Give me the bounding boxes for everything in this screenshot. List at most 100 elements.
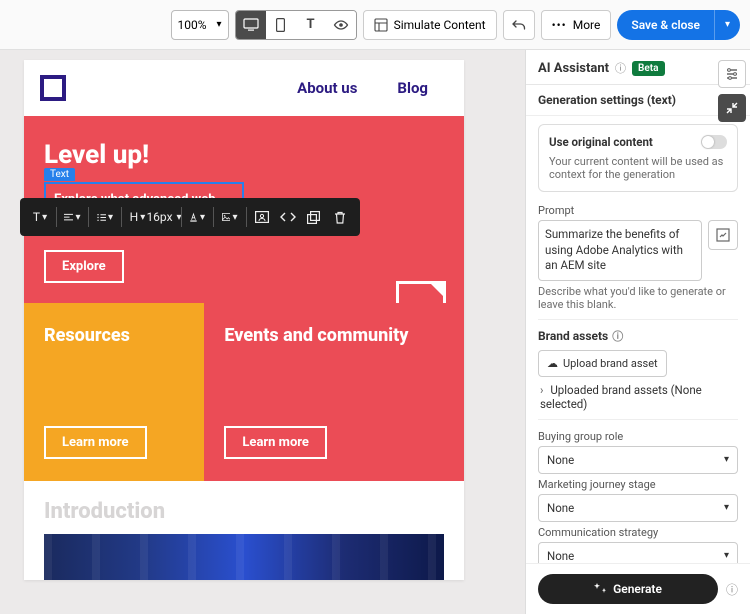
events-column[interactable]: Events and community Learn more — [204, 303, 464, 481]
buying-role-select[interactable]: None ▾ — [538, 446, 738, 474]
list-button[interactable]: ▾ — [93, 204, 117, 230]
nav-about[interactable]: About us — [297, 79, 357, 97]
site-nav: About us Blog — [297, 79, 428, 97]
upload-brand-asset-button[interactable]: ☁ Upload brand asset — [538, 350, 667, 377]
zoom-value: 100% — [178, 18, 207, 32]
info-icon[interactable]: ⓘ — [726, 581, 738, 598]
text-color-button[interactable]: ▾ — [185, 204, 209, 230]
uploaded-assets-label: Uploaded brand assets (None selected) — [540, 383, 702, 411]
chevron-down-icon: ▾ — [42, 212, 47, 223]
simulate-content-button[interactable]: Simulate Content — [363, 10, 497, 40]
paragraph-format-button[interactable]: T▾ — [28, 204, 52, 230]
chevron-down-icon: ▾ — [75, 212, 80, 223]
properties-rail-button[interactable] — [718, 60, 746, 88]
more-button[interactable]: ••• More — [541, 10, 612, 40]
buying-role-label: Buying group role — [538, 430, 738, 443]
prompt-label: Prompt — [538, 204, 738, 217]
font-size-value: 16px — [146, 210, 172, 224]
prompt-expand-button[interactable] — [708, 220, 738, 250]
save-close-button[interactable]: Save & close — [617, 10, 714, 40]
save-dropdown-button[interactable]: ▾ — [714, 10, 740, 40]
uploaded-assets-accordion[interactable]: › Uploaded brand assets (None selected) — [538, 377, 738, 411]
editor-canvas[interactable]: About us Blog Level up! Text Explore wha… — [0, 50, 525, 614]
page-header: About us Blog — [24, 60, 464, 116]
settings-title: Generation settings (text) — [526, 85, 750, 116]
use-original-card: Use original content Your current conten… — [538, 124, 738, 192]
intro-title: Introduction — [44, 499, 444, 524]
page-preview: About us Blog Level up! Text Explore wha… — [24, 60, 464, 580]
intro-image[interactable] — [44, 534, 444, 580]
image-button[interactable]: ▾ — [218, 204, 242, 230]
generate-bar: Generate ⓘ — [526, 563, 750, 614]
strategy-label: Communication strategy — [538, 526, 738, 539]
journey-select[interactable]: None ▾ — [538, 494, 738, 522]
panel-header: AI Assistant ⓘ Beta — [526, 50, 750, 85]
chevron-down-icon: ▾ — [200, 212, 205, 223]
personalization-button[interactable] — [250, 204, 274, 230]
generate-label: Generate — [613, 582, 662, 596]
simulate-icon — [374, 18, 388, 32]
top-toolbar: 100% ▾ T Simulate Content ••• More Save … — [0, 0, 750, 50]
chevron-down-icon: ▾ — [724, 550, 729, 561]
use-original-desc: Your current content will be used as con… — [549, 155, 727, 181]
buying-role-value: None — [547, 453, 574, 467]
upload-label: Upload brand asset — [563, 357, 658, 370]
use-original-label: Use original content — [549, 135, 653, 149]
journey-label: Marketing journey stage — [538, 478, 738, 491]
journey-value: None — [547, 501, 574, 515]
cloud-upload-icon: ☁ — [547, 357, 558, 370]
nav-blog[interactable]: Blog — [397, 79, 428, 97]
chevron-down-icon: ▾ — [108, 212, 113, 223]
chevron-down-icon: ▾ — [724, 502, 729, 513]
chevron-down-icon: ▾ — [140, 212, 145, 223]
chevron-down-icon: ▾ — [232, 212, 237, 223]
more-label: More — [573, 18, 601, 32]
strategy-value: None — [547, 549, 574, 563]
desktop-preview-button[interactable] — [236, 11, 266, 39]
delete-button[interactable] — [328, 204, 352, 230]
info-icon[interactable]: ⓘ — [615, 60, 626, 76]
brand-assets-section: Brand assets ⓘ ☁ Upload brand asset › Up… — [538, 319, 738, 411]
font-size-select[interactable]: 16px▾ — [151, 204, 176, 230]
prompt-input[interactable]: Summarize the benefits of using Adobe An… — [538, 220, 702, 281]
columns-section: Resources Learn more Events and communit… — [24, 303, 464, 481]
intro-section[interactable]: Introduction — [24, 481, 464, 534]
simulate-label: Simulate Content — [394, 18, 486, 32]
explore-button[interactable]: Explore — [44, 250, 124, 283]
sparkle-icon — [594, 583, 607, 595]
site-logo[interactable] — [40, 75, 66, 101]
expand-icon — [716, 228, 730, 242]
preview-button[interactable] — [326, 11, 356, 39]
align-button[interactable]: ▾ — [60, 204, 84, 230]
prompt-section: Prompt Summarize the benefits of using A… — [538, 200, 738, 311]
undo-button[interactable] — [503, 10, 535, 40]
events-title: Events and community — [224, 325, 444, 348]
component-type-tag: Text — [44, 168, 75, 181]
hero-title[interactable]: Level up! — [44, 140, 444, 170]
duplicate-button[interactable] — [302, 204, 326, 230]
save-group: Save & close ▾ — [617, 10, 740, 40]
beta-badge: Beta — [632, 61, 664, 76]
chevron-down-icon: ▾ — [724, 454, 729, 465]
ai-assistant-panel: AI Assistant ⓘ Beta Generation settings … — [525, 50, 750, 614]
brand-assets-title: Brand assets — [538, 329, 608, 343]
resources-cta[interactable]: Learn more — [44, 426, 147, 459]
heading-letter: H — [130, 210, 139, 224]
generate-button[interactable]: Generate — [538, 574, 718, 604]
prompt-help: Describe what you'd like to generate or … — [538, 285, 738, 311]
chevron-down-icon: ▾ — [217, 19, 222, 30]
events-cta[interactable]: Learn more — [224, 426, 327, 459]
zoom-select[interactable]: 100% ▾ — [171, 10, 229, 40]
collapse-rail-button[interactable] — [718, 94, 746, 122]
info-icon[interactable]: ⓘ — [612, 328, 623, 344]
resources-title: Resources — [44, 325, 184, 348]
resources-column[interactable]: Resources Learn more — [24, 303, 204, 481]
device-preview-group: T — [235, 10, 357, 40]
use-original-toggle[interactable] — [701, 135, 727, 149]
source-code-button[interactable] — [276, 204, 300, 230]
mobile-preview-button[interactable] — [266, 11, 296, 39]
text-mode-button[interactable]: T — [296, 11, 326, 39]
text-formatting-toolbar: T▾ ▾ ▾ H▾ 16px▾ ▾ ▾ — [20, 198, 360, 236]
chevron-down-icon: ▾ — [725, 19, 730, 30]
ellipsis-icon: ••• — [552, 18, 567, 32]
